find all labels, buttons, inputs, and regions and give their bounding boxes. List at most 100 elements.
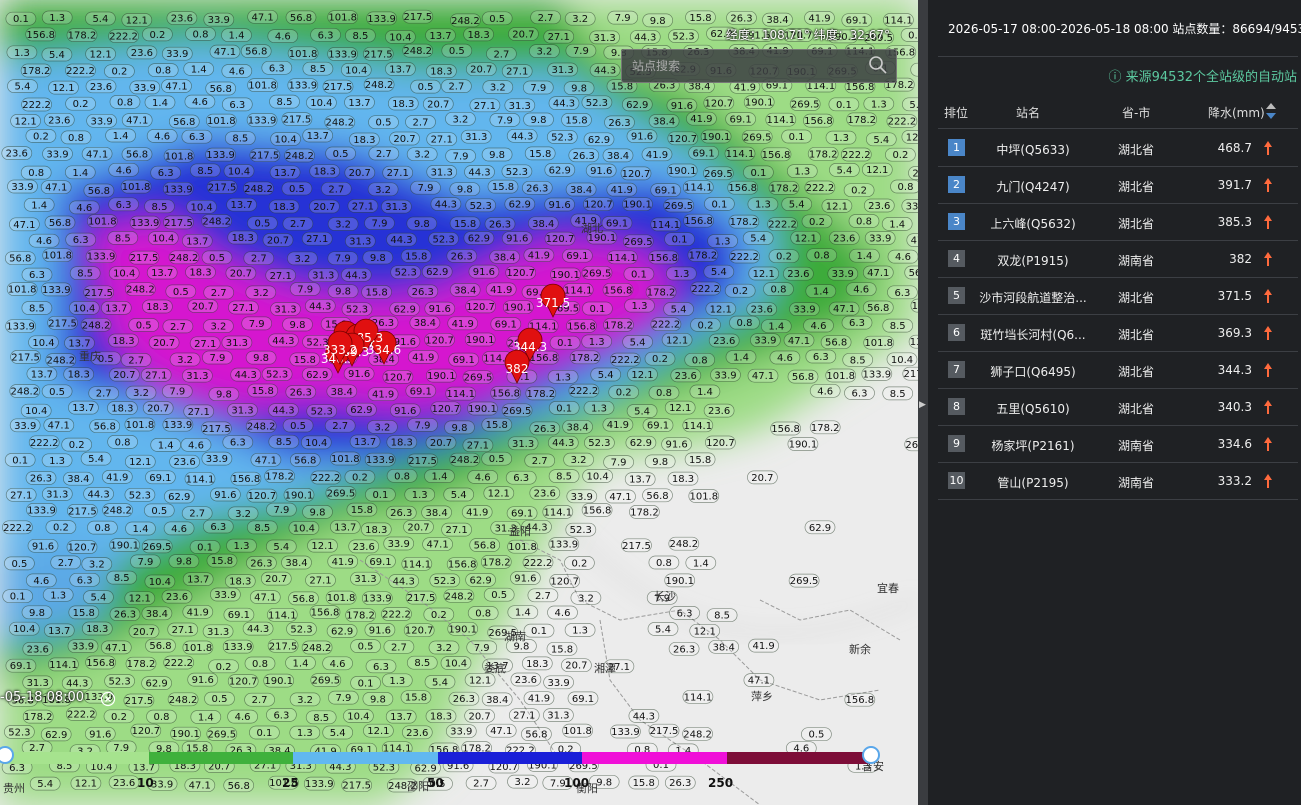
station-name[interactable]: 杨家坪(P2161) (974, 437, 1092, 454)
station-value: 178.2 (20, 63, 52, 78)
rank-badge: 8 (948, 398, 965, 415)
table-row[interactable]: 1 中坪(Q5633) 湖北省 468.7 (938, 130, 1298, 167)
station-value: 0.1 (549, 335, 581, 350)
station-value: 6.3 (365, 659, 397, 674)
station-value: 18.3 (667, 471, 699, 486)
rainfall-map[interactable]: 0.1 1.3 5.4 12.1 23.6 33.9 47.1 56.8 101.8 133.9 2… (0, 0, 918, 805)
table-row[interactable]: 2 九门(Q4247) 湖北省 391.7 (938, 167, 1298, 204)
svg-text:41.9: 41.9 (466, 508, 488, 519)
svg-text:8.5: 8.5 (352, 31, 368, 42)
svg-text:9.8: 9.8 (176, 557, 192, 568)
station-value: 56.8 (288, 591, 319, 606)
station-value: 56.8 (862, 300, 894, 315)
station-name[interactable]: 斑竹垱长河村(Q6... (974, 326, 1092, 343)
table-row[interactable]: 7 狮子口(Q6495) 湖北省 344.3 (938, 352, 1298, 389)
svg-text:133.9: 133.9 (164, 184, 193, 195)
station-name[interactable]: 沙市河段航道整治... (974, 289, 1092, 306)
svg-text:156.8: 156.8 (804, 116, 833, 127)
svg-text:27.1: 27.1 (474, 101, 496, 112)
table-row[interactable]: 10 管山(P2195) 湖南省 333.2 (938, 463, 1298, 500)
table-row[interactable]: 5 沙市河段航道整治... 湖北省 371.5 (938, 278, 1298, 315)
svg-text:33.9: 33.9 (134, 83, 156, 94)
svg-text:10.4: 10.4 (347, 712, 369, 723)
svg-text:33.9: 33.9 (11, 182, 33, 193)
station-value: 0.1 (249, 725, 280, 740)
svg-text:91.6: 91.6 (89, 729, 111, 740)
station-value: 1.4 (881, 217, 913, 231)
panel-collapse-handle[interactable]: ▶ (918, 0, 928, 805)
station-name[interactable]: 九门(Q4247) (974, 178, 1092, 195)
svg-text:190.1: 190.1 (623, 200, 652, 211)
arrow-up-icon (1264, 252, 1272, 266)
legend-max-handle[interactable] (862, 746, 880, 764)
station-value: 23.6 (828, 230, 860, 245)
station-value: 91.6 (544, 197, 575, 212)
station-value: 0.1 (350, 676, 381, 690)
station-value: 2.7 (244, 692, 275, 707)
station-name[interactable]: 上六峰(Q5632) (974, 215, 1092, 232)
table-row[interactable]: 4 双龙(P1915) 湖南省 382 (938, 241, 1298, 278)
svg-text:1.3: 1.3 (673, 269, 689, 280)
station-value: 91.6 (666, 98, 698, 113)
svg-text:0.8: 0.8 (193, 29, 209, 40)
table-row[interactable]: 6 斑竹垱长河村(Q6... 湖北省 369.3 (938, 315, 1298, 352)
svg-text:27.1: 27.1 (352, 201, 374, 212)
precipitation-value: 344.3 (1217, 363, 1252, 377)
column-header-province: 省-市 (1122, 106, 1151, 120)
station-value: 91.6 (389, 403, 421, 418)
svg-text:0.5: 0.5 (808, 730, 824, 741)
station-value: 20.7 (747, 470, 778, 485)
station-value: 217.5 (322, 79, 354, 94)
station-value: 133.9 (327, 47, 358, 61)
svg-text:33.9: 33.9 (208, 15, 230, 26)
close-icon[interactable] (100, 691, 116, 707)
station-search-box[interactable] (621, 49, 897, 83)
svg-text:6.3: 6.3 (229, 100, 245, 111)
table-row[interactable]: 3 上六峰(Q5632) 湖北省 385.3 (938, 204, 1298, 241)
station-value: 33.9 (750, 333, 781, 347)
svg-text:178.2: 178.2 (22, 66, 51, 77)
svg-text:133.9: 133.9 (328, 50, 357, 61)
station-name[interactable]: 双龙(P1915) (974, 252, 1092, 269)
legend-tick: 250 (708, 776, 734, 790)
station-value: 44.3 (304, 298, 336, 313)
station-value: 26.3 (664, 775, 696, 790)
svg-text:133.9: 133.9 (367, 14, 396, 25)
search-icon[interactable] (868, 55, 888, 75)
table-row[interactable]: 8 五里(Q5610) 湖北省 340.3 (938, 389, 1298, 426)
station-value: 18.3 (107, 401, 138, 415)
station-value: 10.4 (28, 335, 59, 350)
table-row[interactable]: 9 杨家坪(P2161) 湖南省 334.6 (938, 426, 1298, 463)
svg-text:8.5: 8.5 (277, 97, 293, 108)
svg-text:248.2: 248.2 (170, 253, 199, 264)
station-name[interactable]: 管山(P2195) (974, 474, 1092, 491)
station-value: 91.6 (187, 672, 219, 687)
station-name[interactable]: 狮子口(Q6495) (974, 363, 1092, 380)
station-value: 1.3 (41, 453, 73, 468)
station-value: 101.8 (825, 368, 857, 383)
svg-text:13.7: 13.7 (105, 303, 127, 314)
station-value: 31.3 (504, 98, 536, 113)
svg-text:0.8: 0.8 (737, 318, 753, 329)
station-value: 38.4 (326, 384, 358, 399)
station-value: 248.2 (324, 115, 356, 130)
station-value: 3.2 (81, 557, 113, 571)
rainfall-map-canvas[interactable]: 0.1 1.3 5.4 12.1 23.6 33.9 47.1 56.8 101.8 133.9 2… (0, 0, 918, 805)
svg-text:47.1: 47.1 (490, 726, 512, 737)
station-value: 31.3 (227, 403, 258, 417)
station-value: 2.7 (486, 46, 517, 61)
station-name[interactable]: 五里(Q5610) (974, 400, 1092, 417)
station-name[interactable]: 中坪(Q5633) (974, 141, 1092, 158)
station-value: 12.1 (483, 486, 515, 500)
column-header-precipitation[interactable]: 降水(mm) (1208, 104, 1265, 121)
legend-segment (438, 752, 582, 764)
station-value: 47.1 (43, 418, 75, 432)
svg-text:38.4: 38.4 (566, 422, 588, 433)
svg-text:7.9: 7.9 (530, 83, 546, 94)
sort-icon[interactable] (1265, 102, 1277, 120)
station-search-input[interactable] (630, 58, 864, 74)
station-value: 47.1 (121, 113, 153, 127)
svg-text:222.2: 222.2 (312, 473, 341, 484)
station-value: 26.3 (604, 115, 635, 130)
svg-text:3.2: 3.2 (133, 388, 149, 399)
